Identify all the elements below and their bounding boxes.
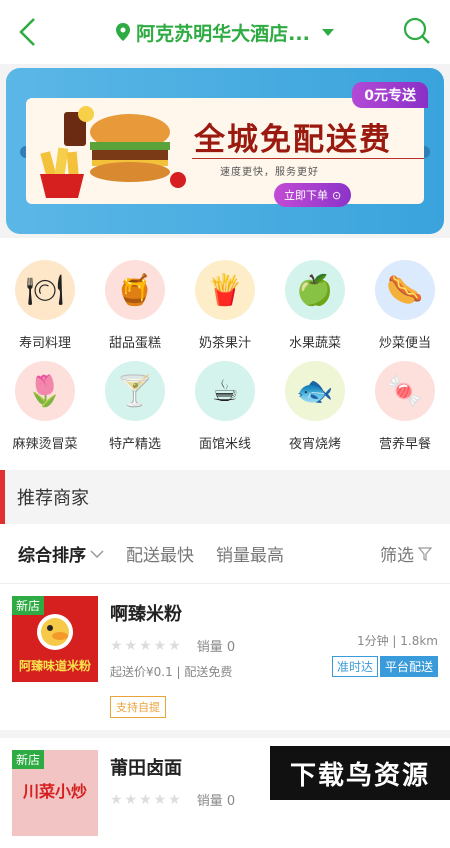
category-label: 夜宵烧烤 xyxy=(288,437,341,452)
chevron-left-icon xyxy=(19,18,35,46)
category-label: 寿司料理 xyxy=(18,336,71,351)
category-item[interactable]: 🍏 水果蔬菜 xyxy=(270,260,360,351)
promo-banner[interactable]: 0元专送 全城免配送费 速度更快，服务更好 立即下单 ⊙ xyxy=(6,68,444,234)
sort-default-label: 综合排序 xyxy=(18,546,86,566)
category-item[interactable]: 🌭 炒菜便当 xyxy=(360,260,450,351)
filter-label: 筛选 xyxy=(380,546,414,566)
filter-icon xyxy=(418,546,432,561)
delivery-eta: 1分钟 | 1.8km xyxy=(356,634,438,648)
category-item[interactable]: 🐟 夜宵烧烤 xyxy=(270,361,360,452)
back-button[interactable] xyxy=(16,16,48,48)
top-bar: 阿克苏明华大酒店... xyxy=(0,0,450,64)
filter-button[interactable]: 筛选 xyxy=(380,541,432,566)
shop-thumbnail: 新店 川菜小炒 xyxy=(12,750,98,836)
on-time-tag: 准时达 xyxy=(331,656,378,677)
category-item[interactable]: 🍬 营养早餐 xyxy=(360,361,450,452)
location-label: 阿克苏明华大酒店... xyxy=(136,22,310,45)
category-grid: 🍽 寿司料理 🍯 甜品蛋糕 🍟 奶茶果汁 🍏 水果蔬菜 🌭 炒菜便当 🌷 麻辣烫… xyxy=(0,238,450,452)
category-label: 炒菜便当 xyxy=(378,336,431,351)
caret-down-icon xyxy=(321,28,334,36)
sort-top-sales[interactable]: 销量最高 xyxy=(216,541,284,566)
category-item[interactable]: 🍟 奶茶果汁 xyxy=(180,260,270,351)
category-item[interactable]: 🍽 寿司料理 xyxy=(0,260,90,351)
category-item[interactable]: 🍸 特产精选 xyxy=(90,361,180,452)
sort-bar: 综合排序 配送最快 销量最高 筛选 xyxy=(0,524,450,584)
category-label: 营养早餐 xyxy=(378,437,431,452)
category-label: 奶茶果汁 xyxy=(198,336,251,351)
sort-default[interactable]: 综合排序 xyxy=(18,541,104,566)
shop-name: 啊臻米粉 xyxy=(110,604,182,625)
category-item[interactable]: 🌷 麻辣烫冒菜 xyxy=(0,361,90,452)
new-store-badge: 新店 xyxy=(12,596,45,615)
burger-fries-illustration xyxy=(40,106,186,198)
search-icon xyxy=(403,17,430,44)
fish-icon: 🐟 xyxy=(285,361,345,421)
promo-divider xyxy=(192,158,424,159)
promo-title: 全城免配送费 xyxy=(194,122,392,158)
category-label: 特产精选 xyxy=(108,437,161,452)
jar-icon: 🍯 xyxy=(105,260,165,320)
coffee-cup-icon: ☕ xyxy=(195,361,255,421)
candy-icon: 🍬 xyxy=(375,361,435,421)
order-now-label: 立即下单 xyxy=(284,189,328,202)
promo-badge: 0元专送 xyxy=(352,82,428,108)
cloche-icon: 🍽 xyxy=(15,260,75,320)
cocktail-icon: 🍸 xyxy=(105,361,165,421)
category-item[interactable]: 🍯 甜品蛋糕 xyxy=(90,260,180,351)
category-label: 面馆米线 xyxy=(198,437,251,452)
sausage-icon: 🌭 xyxy=(375,260,435,320)
order-now-button[interactable]: 立即下单 ⊙ xyxy=(274,183,352,207)
location-pin-icon xyxy=(116,23,131,41)
shop-thumbnail-text: 阿臻味道米粉 xyxy=(18,659,91,673)
fries-icon: 🍟 xyxy=(195,260,255,320)
tulip-icon: 🌷 xyxy=(15,361,75,421)
platform-delivery-tag: 平台配送 xyxy=(379,656,438,677)
arrow-right-circle-icon: ⊙ xyxy=(332,188,342,202)
promo-subtitle: 速度更快，服务更好 xyxy=(220,167,319,178)
section-title: 推荐商家 xyxy=(0,470,450,524)
chevron-down-icon xyxy=(90,549,104,558)
watermark: 下载鸟资源 xyxy=(270,746,450,800)
category-label: 麻辣烫冒菜 xyxy=(12,437,78,452)
category-label: 甜品蛋糕 xyxy=(108,336,161,351)
shop-card[interactable]: 新店 阿臻味道米粉 啊臻米粉 ★★★★★ 销量 0 1分钟 | 1.8km 起送… xyxy=(0,584,450,738)
category-item[interactable]: ☕ 面馆米线 xyxy=(180,361,270,452)
pickup-tag: 支持自提 xyxy=(110,696,166,718)
shop-thumbnail: 新店 阿臻味道米粉 xyxy=(12,596,98,682)
rating-stars: ★★★★★ xyxy=(110,637,183,654)
sales-count: 销量 0 xyxy=(196,640,236,655)
new-store-badge: 新店 xyxy=(12,750,45,769)
sort-fastest[interactable]: 配送最快 xyxy=(126,541,194,566)
apple-icon: 🍏 xyxy=(285,260,345,320)
shop-thumbnail-text: 川菜小炒 xyxy=(22,782,87,801)
category-label: 水果蔬菜 xyxy=(288,336,341,351)
search-button[interactable] xyxy=(402,16,434,48)
location-selector[interactable]: 阿克苏明华大酒店... xyxy=(116,19,334,46)
